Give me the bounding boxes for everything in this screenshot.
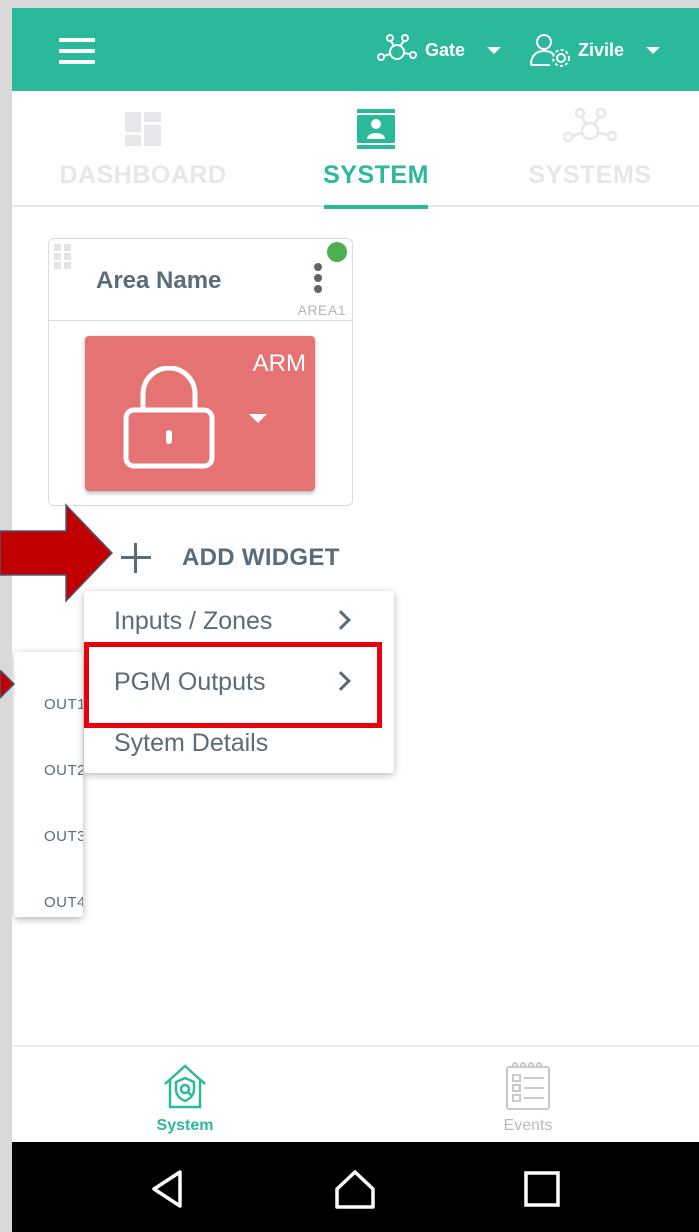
lock-icon (123, 366, 215, 469)
bottom-nav-events-label: Events (503, 1117, 553, 1134)
network-icon (377, 34, 417, 61)
gate-label: Gate (425, 39, 466, 60)
tab-dashboard[interactable]: DASHBOARD (60, 91, 226, 207)
bottom-nav-events[interactable]: Events (468, 1047, 588, 1144)
area-code: AREA1 (297, 302, 346, 318)
bottom-nav-system[interactable]: System (125, 1047, 245, 1144)
active-tab-indicator (324, 205, 428, 209)
top-tabs: DASHBOARD SYSTEM SYSTEMS (12, 91, 699, 209)
status-indicator (327, 242, 347, 262)
menu-item-label: Sytem Details (114, 729, 269, 757)
tab-dashboard-label: DASHBOARD (59, 161, 227, 189)
tab-systems-label: SYSTEMS (528, 161, 652, 189)
chevron-right-icon (331, 610, 351, 630)
area-title: Area Name (96, 267, 222, 294)
add-widget-label: ADD WIDGET (182, 544, 340, 571)
user-label: Zivile (578, 39, 625, 60)
app-bar: Gate Zivile (12, 8, 699, 91)
home-shield-icon (164, 1064, 206, 1109)
add-widget-menu: Inputs / Zones PGM Outputs Sytem Details (84, 591, 394, 773)
phone-screen: Gate Zivile DASHBOARD SYSTEM SYSTEMS Are… (12, 8, 699, 1232)
system-panel-icon (357, 109, 395, 149)
pgm-outputs-submenu: OUT1 OUT2 OUT3 OUT4 (14, 652, 83, 917)
menu-icon[interactable] (59, 38, 95, 64)
recent-apps-icon[interactable] (520, 1167, 564, 1211)
chevron-down-icon (646, 46, 661, 54)
add-widget-button[interactable]: ADD WIDGET (121, 538, 340, 578)
tab-system-label: SYSTEM (323, 161, 429, 189)
back-icon[interactable] (146, 1167, 190, 1211)
network-icon (562, 107, 618, 143)
area-card-header: Area Name AREA1 (49, 239, 352, 321)
tab-systems[interactable]: SYSTEMS (529, 91, 651, 207)
chevron-down-icon[interactable] (249, 414, 267, 423)
arm-button[interactable]: ARM (85, 336, 315, 491)
home-icon[interactable] (333, 1167, 377, 1211)
bottom-navigation: System Events (12, 1045, 699, 1142)
pgm-output-item[interactable]: OUT2 (44, 762, 83, 779)
area-widget-card: Area Name AREA1 ARM (48, 238, 353, 506)
gate-selector[interactable]: Gate (375, 30, 502, 70)
chevron-down-icon (487, 46, 502, 54)
pgm-output-item[interactable]: OUT1 (44, 696, 83, 713)
tab-system[interactable]: SYSTEM (323, 91, 429, 209)
more-options-icon[interactable] (314, 263, 324, 297)
pgm-output-item[interactable]: OUT3 (44, 828, 83, 845)
pgm-output-item[interactable]: OUT4 (44, 894, 83, 911)
android-navigation-bar (12, 1142, 699, 1232)
bottom-nav-system-label: System (156, 1117, 214, 1134)
drag-handle-icon[interactable] (54, 244, 72, 270)
menu-item-pgm-outputs[interactable]: PGM Outputs (84, 652, 394, 712)
menu-item-inputs-zones[interactable]: Inputs / Zones (84, 591, 394, 651)
plus-icon (121, 543, 151, 573)
arm-label: ARM (252, 350, 306, 377)
dashboard-grid-icon (125, 112, 161, 146)
menu-item-system-details[interactable]: Sytem Details (84, 713, 394, 773)
user-selector[interactable]: Zivile (528, 30, 661, 70)
user-settings-icon (530, 34, 570, 67)
events-list-icon (506, 1062, 550, 1110)
chevron-right-icon (331, 671, 351, 691)
menu-item-label: PGM Outputs (114, 668, 266, 696)
menu-item-label: Inputs / Zones (114, 607, 273, 635)
